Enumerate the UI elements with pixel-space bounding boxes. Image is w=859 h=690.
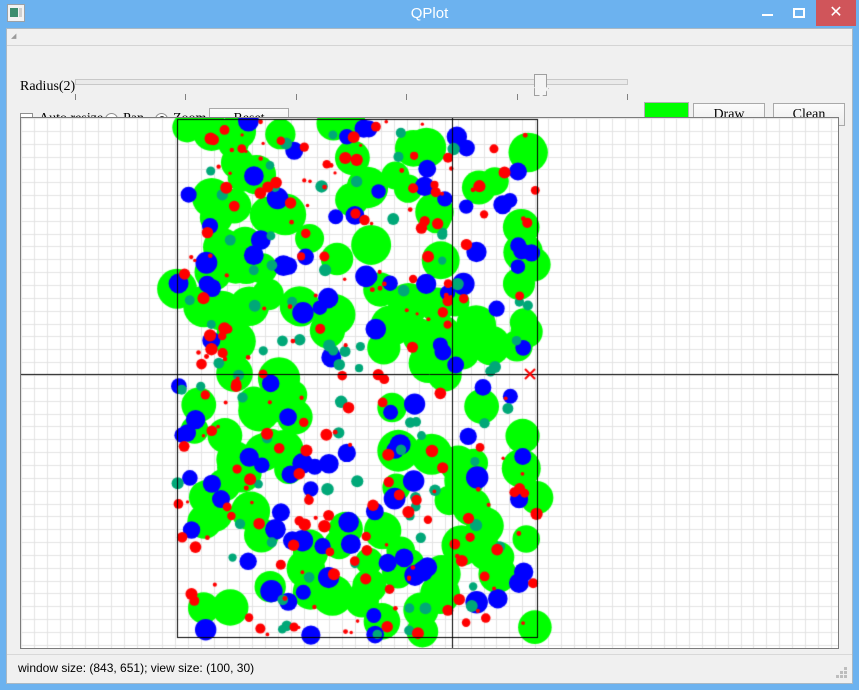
grip-dot: [836, 675, 839, 678]
grip-dot: [840, 675, 843, 678]
radius-slider[interactable]: [75, 70, 628, 104]
slider-tick: [406, 94, 407, 100]
menu-grip-icon[interactable]: ◢: [11, 33, 16, 40]
slider-tick: [296, 94, 297, 100]
client-area: ◢ Radius(2) Draw Clean Auto resize: [6, 28, 853, 684]
slider-tick: [517, 94, 518, 100]
slider-tick: [75, 94, 76, 100]
slider-handle[interactable]: [534, 74, 547, 97]
scatter-plot-canvas[interactable]: [21, 118, 838, 648]
status-text: window size: (843, 651); view size: (100…: [18, 661, 255, 675]
minimize-icon: [762, 14, 773, 16]
toolbar: Radius(2) Draw Clean Auto resize P: [7, 47, 852, 130]
maximize-icon: [793, 8, 805, 18]
status-bar: window size: (843, 651); view size: (100…: [7, 654, 852, 683]
close-button[interactable]: ✕: [816, 0, 856, 26]
slider-tick: [627, 94, 628, 100]
app-window: QPlot ✕ ◢ Radius(2) Draw Clean window si…: [0, 0, 859, 690]
maximize-button[interactable]: [784, 0, 814, 26]
close-icon: ✕: [829, 4, 843, 21]
grip-dot: [844, 667, 847, 670]
radius-label: Radius(2): [20, 79, 76, 94]
minimize-button[interactable]: [752, 0, 782, 26]
resize-grip[interactable]: [835, 667, 848, 680]
menu-strip: ◢: [7, 29, 852, 46]
window-title: QPlot: [410, 5, 449, 22]
title-bar: QPlot ✕: [0, 0, 859, 28]
grip-dot: [844, 671, 847, 674]
plot-frame[interactable]: [20, 117, 839, 649]
grip-dot: [840, 671, 843, 674]
slider-tick: [185, 94, 186, 100]
slider-ticks: [75, 94, 628, 102]
grip-dot: [844, 675, 847, 678]
